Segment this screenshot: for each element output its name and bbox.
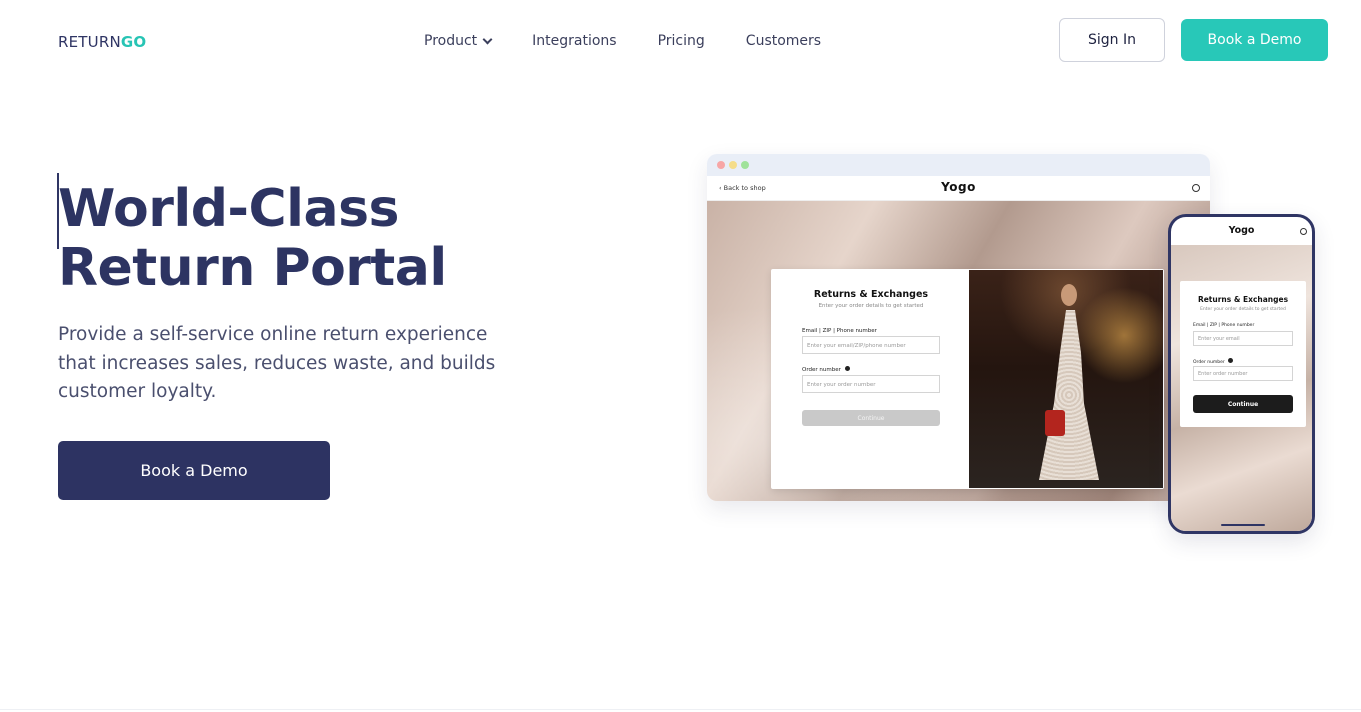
close-dot-icon [717,161,725,169]
returngo-logo[interactable]: RETURNGO [58,33,146,51]
browser-titlebar [707,154,1210,176]
phone-header: Yogo [1171,217,1312,245]
returns-card: Returns & Exchanges Enter your order det… [771,269,1164,489]
order-label-text: Order number [802,367,841,373]
phone-returns-card: Returns & Exchanges Enter your order det… [1180,281,1306,427]
info-icon [1228,358,1234,363]
mobile-portal-mockup: Yogo Returns & Exchanges Enter your orde… [1168,214,1315,534]
returns-card-hint: Enter your order details to get started [818,303,924,309]
book-demo-hero-button[interactable]: Book a Demo [58,441,330,500]
email-label: Email | ZIP | Phone number [802,328,877,334]
home-indicator [1221,524,1265,526]
nav-pricing[interactable]: Pricing [658,33,705,49]
nav-integrations[interactable]: Integrations [532,33,616,49]
maximize-dot-icon [741,161,749,169]
shop-brand: Yogo [941,180,976,194]
desktop-portal-mockup: ‹ Back to shop Yogo Returns & Exchanges … [707,154,1210,501]
continue-button-disabled: Continue [802,410,940,426]
red-handbag [1045,410,1065,436]
model-head [1061,284,1077,306]
chevron-down-icon [482,34,493,44]
order-input: Enter your order number [802,375,940,393]
phone-order-label: Order number [1193,358,1234,365]
returns-card-title: Returns & Exchanges [813,289,929,300]
nav-product[interactable]: Product [424,33,493,49]
shop-header: ‹ Back to shop Yogo [707,176,1210,201]
model-dress [1039,310,1099,480]
hero-title: World-Class Return Portal [58,180,447,298]
nav-product-label: Product [424,33,478,49]
phone-card-title: Returns & Exchanges [1197,295,1289,304]
order-label: Order number [802,366,850,373]
email-input: Enter your email/ZIP/phone number [802,336,940,354]
fashion-photo [969,270,1163,488]
phone-silk-background: Returns & Exchanges Enter your order det… [1171,245,1312,531]
logo-return-text: RETURN [58,33,121,51]
top-nav: RETURNGO Product Integrations Pricing Cu… [0,0,1361,82]
phone-email-input: Enter your email [1193,331,1293,346]
silk-background-image: Returns & Exchanges Enter your order det… [707,201,1210,501]
sign-in-button[interactable]: Sign In [1059,18,1165,62]
phone-shop-brand: Yogo [1228,225,1255,236]
globe-icon [1300,228,1307,235]
nav-customers[interactable]: Customers [746,33,821,49]
hero-subtitle: Provide a self-service online return exp… [58,324,496,402]
phone-continue-button: Continue [1193,395,1293,413]
phone-order-input: Enter order number [1193,366,1293,381]
logo-go-text: GO [120,33,147,51]
section-divider [0,709,1361,710]
phone-card-hint: Enter your order details to get started [1200,307,1286,312]
info-icon [844,366,850,371]
book-demo-nav-button[interactable]: Book a Demo [1181,19,1328,61]
hero-title-line1: World-Class [58,179,399,239]
globe-icon [1192,184,1200,192]
hero-title-line2: Return Portal [58,238,447,298]
main-menu: Product Integrations Pricing Customers [424,33,862,49]
minimize-dot-icon [729,161,737,169]
phone-email-label: Email | ZIP | Phone number [1193,323,1255,328]
phone-order-label-text: Order number [1193,360,1225,365]
